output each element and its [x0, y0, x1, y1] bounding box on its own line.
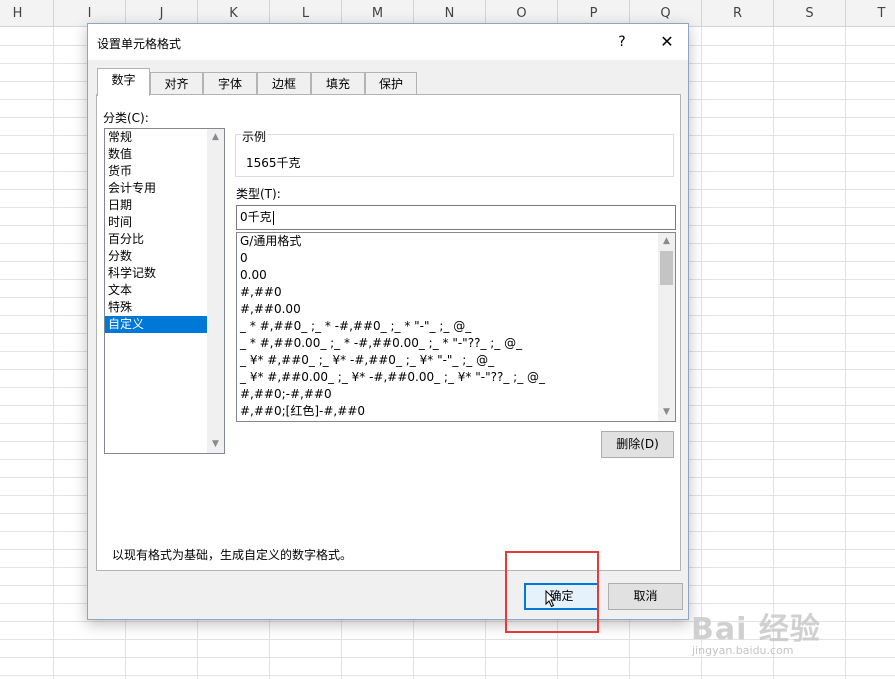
tab-font[interactable]: 字体: [203, 72, 257, 94]
format-cells-dialog: 设置单元格格式 ? ✕ 数字 对齐 字体 边框 填充 保护 分类(C): 常规数…: [87, 23, 689, 620]
column-header[interactable]: S: [774, 0, 846, 27]
tab-border[interactable]: 边框: [257, 72, 311, 94]
mouse-cursor-icon: [545, 590, 557, 608]
scroll-down-icon[interactable]: ▼: [207, 436, 224, 453]
sample-group: [235, 134, 674, 177]
format-list[interactable]: G/通用格式 0 0.00 #,##0 #,##0.00 _ * #,##0_ ;_ * …: [236, 232, 676, 422]
column-header[interactable]: H: [0, 0, 54, 27]
description-text: 以现有格式为基础，生成自定义的数字格式。: [112, 548, 353, 562]
scroll-up-icon[interactable]: ▲: [658, 233, 675, 250]
format-item[interactable]: _ ¥* #,##0.00_ ;_ ¥* -#,##0.00_ ;_ ¥* "-…: [237, 369, 675, 386]
tab-alignment[interactable]: 对齐: [150, 72, 203, 94]
tab-protection[interactable]: 保护: [365, 72, 417, 94]
text-caret: [272, 210, 274, 225]
category-item[interactable]: 时间: [105, 214, 208, 231]
category-item[interactable]: 日期: [105, 197, 208, 214]
grid-line: [701, 27, 702, 679]
format-item[interactable]: _ * #,##0_ ;_ * -#,##0_ ;_ * "-"_ ;_ @_: [237, 318, 675, 335]
watermark-brand: Bai 经验: [691, 612, 821, 647]
format-item[interactable]: #,##0: [237, 284, 675, 301]
column-header[interactable]: R: [702, 0, 774, 27]
category-item[interactable]: 百分比: [105, 231, 208, 248]
close-button[interactable]: ✕: [653, 30, 681, 54]
category-item[interactable]: 文本: [105, 282, 208, 299]
format-items: G/通用格式 0 0.00 #,##0 #,##0.00 _ * #,##0_ ;_ * …: [237, 233, 675, 420]
delete-button[interactable]: 删除(D): [601, 431, 674, 458]
format-item[interactable]: #,##0.00: [237, 301, 675, 318]
category-item[interactable]: 数值: [105, 146, 208, 163]
column-header[interactable]: T: [846, 0, 895, 27]
cancel-button[interactable]: 取消: [608, 583, 683, 610]
category-item[interactable]: 自定义: [105, 316, 208, 333]
type-label: 类型(T):: [236, 187, 281, 201]
category-item[interactable]: 常规: [105, 129, 208, 146]
format-item[interactable]: #,##0;-#,##0: [237, 386, 675, 403]
grid-line: [773, 27, 774, 679]
category-item[interactable]: 科学记数: [105, 265, 208, 282]
format-item[interactable]: #,##0;[红色]-#,##0: [237, 403, 675, 420]
category-item[interactable]: 货币: [105, 163, 208, 180]
dialog-titlebar: 设置单元格格式 ? ✕: [88, 24, 688, 60]
scroll-thumb[interactable]: [660, 251, 673, 285]
dialog-title: 设置单元格格式: [97, 37, 182, 51]
format-item[interactable]: G/通用格式: [237, 233, 675, 250]
help-button[interactable]: ?: [608, 30, 636, 54]
type-input-value: 0千克: [240, 210, 272, 224]
format-item[interactable]: _ ¥* #,##0_ ;_ ¥* -#,##0_ ;_ ¥* "-"_ ;_ …: [237, 352, 675, 369]
scroll-up-icon[interactable]: ▲: [207, 129, 224, 146]
number-tab-panel: 分类(C): 常规 数值 货币 会计专用 日期 时间 百分比 分数 科学记数 文本 特殊 自定义 ▲ …: [96, 94, 681, 571]
category-scrollbar[interactable]: ▲ ▼: [207, 129, 224, 453]
sample-legend: 示例: [241, 128, 268, 145]
category-list[interactable]: 常规 数值 货币 会计专用 日期 时间 百分比 分数 科学记数 文本 特殊 自定义 ▲ ▼: [104, 128, 225, 454]
watermark-url: jingyan.baidu.com: [692, 644, 794, 657]
format-scrollbar[interactable]: ▲ ▼: [658, 233, 675, 421]
category-item[interactable]: 特殊: [105, 299, 208, 316]
baidu-watermark: Bai 经验 jingyan.baidu.com: [686, 600, 895, 679]
category-label: 分类(C):: [103, 111, 149, 125]
tab-fill[interactable]: 填充: [311, 72, 365, 94]
tab-number[interactable]: 数字: [97, 68, 150, 96]
category-item[interactable]: 分数: [105, 248, 208, 265]
sample-value: 1565千克: [246, 156, 301, 170]
format-item[interactable]: _ * #,##0.00_ ;_ * -#,##0.00_ ;_ * "-"??…: [237, 335, 675, 352]
type-input[interactable]: 0千克: [236, 205, 676, 230]
grid-line: [53, 27, 54, 679]
format-item[interactable]: 0: [237, 250, 675, 267]
grid-line: [845, 27, 846, 679]
scroll-down-icon[interactable]: ▼: [658, 404, 675, 421]
category-item[interactable]: 会计专用: [105, 180, 208, 197]
format-item[interactable]: 0.00: [237, 267, 675, 284]
